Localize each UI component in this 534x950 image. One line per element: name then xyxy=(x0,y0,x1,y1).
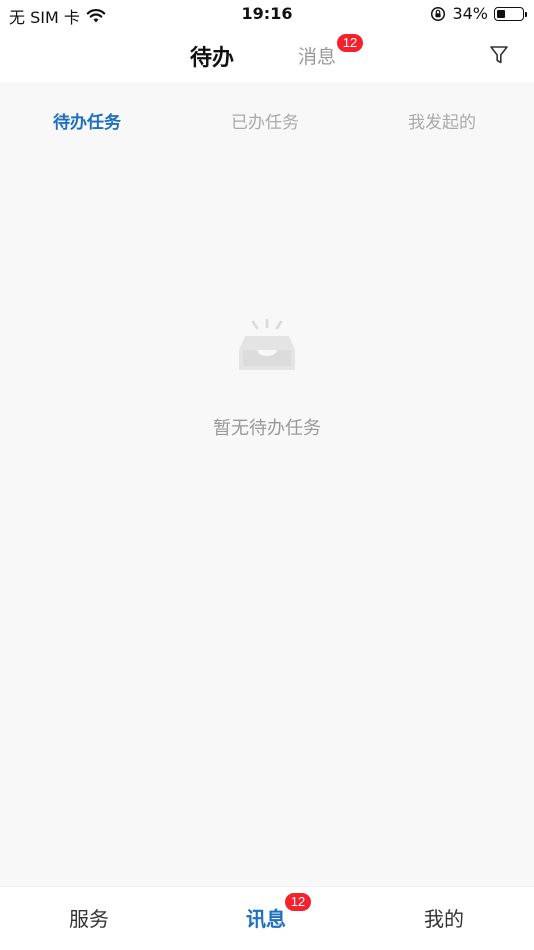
battery-fill xyxy=(497,9,505,18)
header: 待办 消息 12 xyxy=(0,28,534,82)
nav-news[interactable]: 讯息 xyxy=(246,903,286,932)
nav-mine[interactable]: 我的 xyxy=(424,903,464,932)
subtabs: 待办任务 已办任务 我发起的 xyxy=(0,100,534,144)
empty-state-text: 暂无待办任务 xyxy=(213,418,321,439)
subtab-done[interactable]: 已办任务 xyxy=(231,108,299,133)
battery-percent: 34% xyxy=(452,4,488,23)
tab-todo[interactable]: 待办 xyxy=(190,40,234,72)
news-badge: 12 xyxy=(285,893,311,911)
empty-inbox-icon xyxy=(239,318,295,370)
battery-tip xyxy=(525,11,527,17)
orientation-lock-icon xyxy=(431,6,446,21)
bottom-nav: 服务 讯息 12 我的 xyxy=(0,886,534,950)
screen: 无 SIM 卡 19:16 34% 待办 消息 12 待办任务 已办任务 我发起… xyxy=(0,0,534,950)
subtab-initiated[interactable]: 我发起的 xyxy=(408,108,476,133)
messages-badge: 12 xyxy=(337,34,363,52)
tab-messages[interactable]: 消息 xyxy=(298,42,336,69)
battery-icon xyxy=(494,6,527,21)
status-right: 34% xyxy=(430,4,527,23)
subtab-pending[interactable]: 待办任务 xyxy=(53,108,121,133)
filter-icon[interactable] xyxy=(488,44,510,66)
status-bar: 无 SIM 卡 19:16 34% xyxy=(0,0,534,28)
nav-services[interactable]: 服务 xyxy=(69,903,109,932)
